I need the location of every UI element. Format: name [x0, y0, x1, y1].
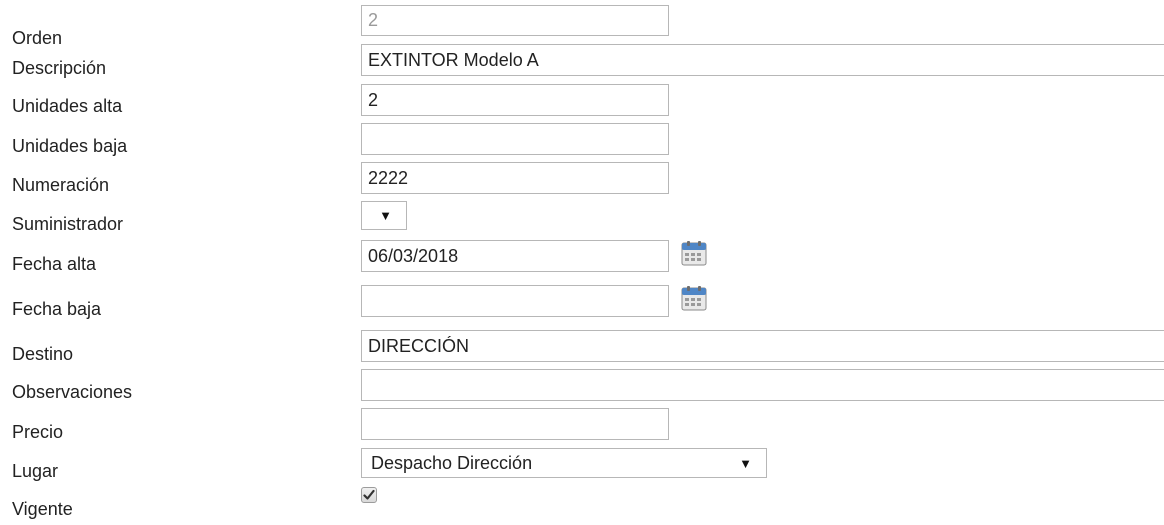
label-lugar: Lugar	[12, 461, 59, 481]
fecha-baja-input[interactable]	[361, 285, 669, 317]
orden-input[interactable]	[361, 5, 669, 36]
label-precio: Precio	[12, 422, 64, 442]
destino-input[interactable]	[361, 330, 1164, 362]
label-observaciones: Observaciones	[12, 382, 133, 402]
label-unidades-alta: Unidades alta	[12, 96, 123, 116]
label-destino: Destino	[12, 344, 74, 364]
chevron-down-icon: ▼	[379, 208, 392, 223]
label-orden: Orden	[12, 28, 63, 48]
calendar-icon[interactable]	[681, 240, 707, 266]
label-descripcion: Descripción	[12, 58, 107, 78]
checkmark-icon	[363, 489, 375, 500]
label-vigente: Vigente	[12, 499, 73, 519]
precio-input[interactable]	[361, 408, 669, 440]
suministrador-select[interactable]: ▼	[361, 201, 407, 230]
numeracion-input[interactable]	[361, 162, 669, 194]
lugar-select[interactable]: Despacho Dirección ▼	[361, 448, 767, 478]
label-numeracion: Numeración	[12, 175, 110, 195]
label-suministrador: Suministrador	[12, 214, 124, 234]
label-unidades-baja: Unidades baja	[12, 136, 128, 156]
descripcion-input[interactable]	[361, 44, 1164, 76]
label-fecha-baja: Fecha baja	[12, 299, 102, 319]
chevron-down-icon: ▼	[739, 455, 752, 471]
observaciones-input[interactable]	[361, 369, 1164, 401]
vigente-checkbox[interactable]	[361, 487, 377, 503]
fecha-alta-input[interactable]	[361, 240, 669, 272]
lugar-select-value: Despacho Dirección	[371, 452, 533, 473]
label-fecha-alta: Fecha alta	[12, 254, 97, 274]
unidades-baja-input[interactable]	[361, 123, 669, 155]
calendar-icon[interactable]	[681, 285, 707, 311]
unidades-alta-input[interactable]	[361, 84, 669, 116]
